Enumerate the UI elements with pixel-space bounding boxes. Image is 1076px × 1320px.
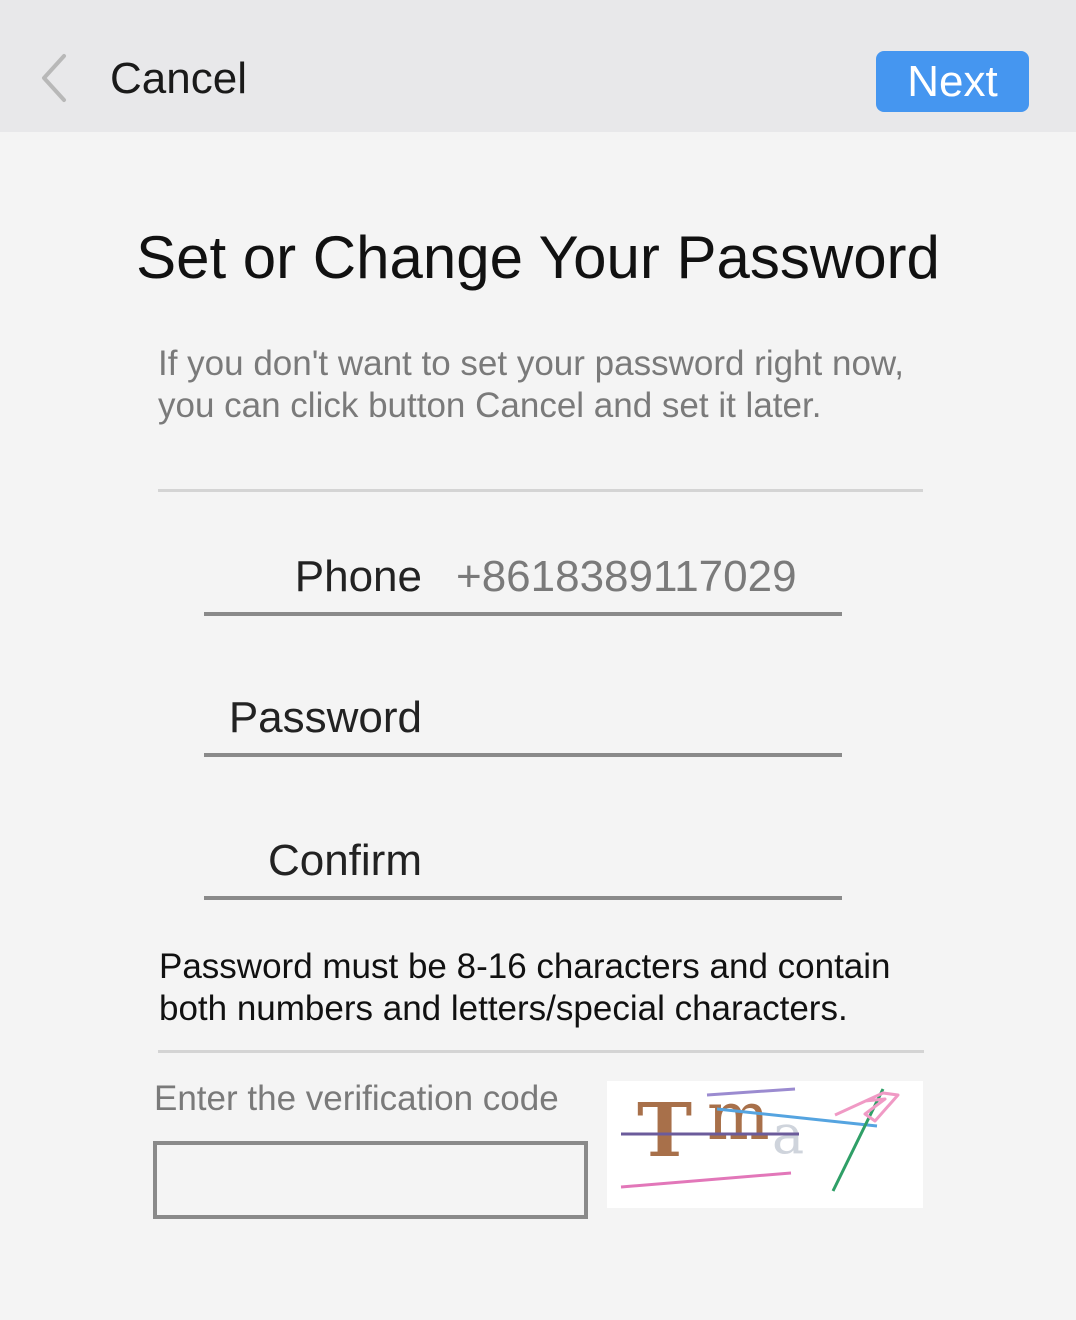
divider	[158, 1050, 924, 1053]
info-text: If you don't want to set your password r…	[158, 344, 904, 425]
verification-label: Enter the verification code	[154, 1079, 559, 1118]
confirm-label: Confirm	[267, 836, 422, 885]
cancel-button[interactable]: Cancel	[110, 52, 247, 106]
verification-code-input[interactable]	[153, 1141, 588, 1219]
top-bar: Cancel Next	[0, 0, 1076, 132]
confirm-password-field[interactable]: Confirm	[204, 826, 842, 900]
password-label: Password	[228, 693, 422, 742]
next-button[interactable]: Next	[876, 51, 1029, 112]
page-title: Set or Change Your Password	[136, 224, 940, 291]
phone-label: Phone	[294, 552, 422, 601]
phone-value: +8618389117029	[456, 552, 797, 601]
divider	[158, 489, 923, 492]
password-rule-text: Password must be 8-16 characters and con…	[159, 947, 891, 1028]
captcha-image[interactable]: T m a	[607, 1078, 923, 1208]
phone-field[interactable]: Phone +8618389117029	[204, 542, 842, 616]
chevron-left-icon[interactable]	[36, 50, 76, 106]
password-field[interactable]: Password	[204, 683, 842, 757]
captcha-text: T	[637, 1088, 692, 1174]
